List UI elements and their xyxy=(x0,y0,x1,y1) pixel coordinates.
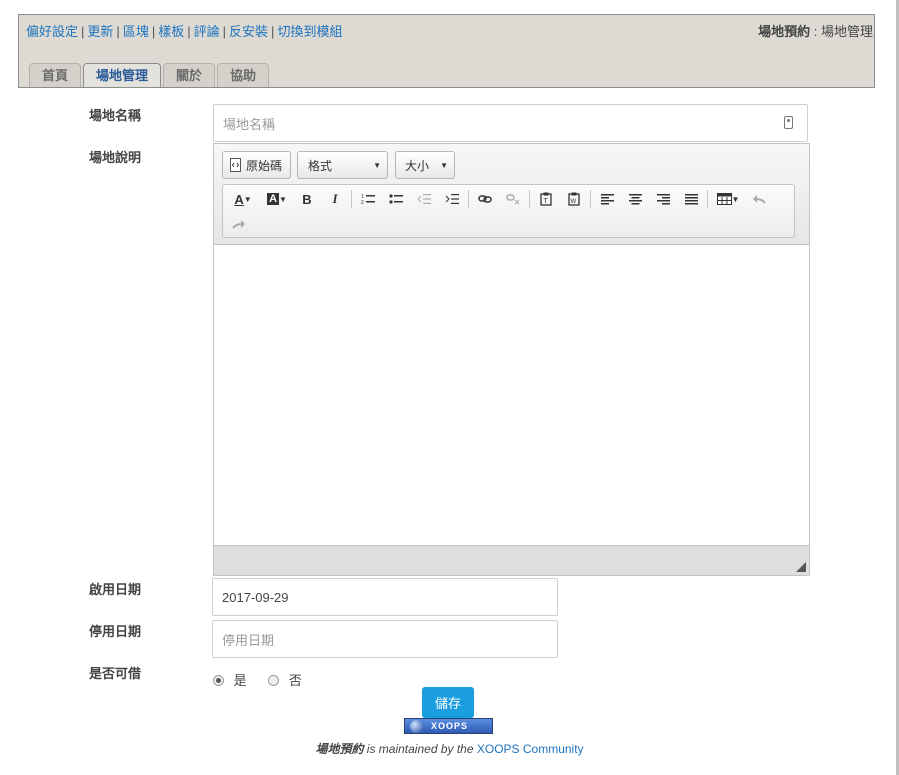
tab-home[interactable]: 首頁 xyxy=(29,63,82,87)
editor-status-bar xyxy=(214,545,809,575)
paste-text-icon[interactable]: T xyxy=(536,189,556,209)
blocks-link[interactable]: 區塊 xyxy=(123,24,149,39)
admin-header: 偏好設定 | 更新 | 區塊 | 樣板 | 評論 | 反安裝 | 切換到模組 場地預約 : 場地管理 首… xyxy=(18,14,875,88)
tab-venue-management[interactable]: 場地管理 xyxy=(83,63,162,87)
templates-link[interactable]: 樣板 xyxy=(158,24,184,39)
radio-no-label[interactable]: 否 xyxy=(289,673,302,688)
nav-separator: | xyxy=(187,24,191,39)
xoops-community-link[interactable]: XOOPS Community xyxy=(477,742,584,756)
footer: 場地預約 is maintained by the XOOPS Communit… xyxy=(0,740,899,757)
toolbar-divider xyxy=(468,190,469,208)
uninstall-link[interactable]: 反安裝 xyxy=(229,24,268,39)
venue-name-input[interactable]: 場地名稱 xyxy=(213,104,808,142)
venue-name-label: 場地名稱 xyxy=(89,108,142,123)
switch-to-module-link[interactable]: 切換到模組 xyxy=(277,24,342,39)
start-date-label: 啟用日期 xyxy=(89,582,142,597)
nav-separator: | xyxy=(271,24,275,39)
unlink-icon[interactable] xyxy=(503,189,523,209)
justify-icon[interactable] xyxy=(681,189,701,209)
globe-icon xyxy=(410,719,423,733)
paste-word-icon[interactable]: W xyxy=(564,189,584,209)
editor-toolbar-group: A ▼ A ▼ B I 12 T W ▼ xyxy=(222,184,795,238)
tab-help[interactable]: 協助 xyxy=(217,63,270,87)
resize-handle-icon[interactable] xyxy=(796,562,806,572)
chevron-down-icon: ▼ xyxy=(440,160,448,170)
footer-module-name: 場地預約 xyxy=(315,742,364,756)
source-icon xyxy=(230,158,241,172)
bg-color-icon[interactable]: A ▼ xyxy=(263,189,291,209)
toolbar-divider xyxy=(707,190,708,208)
align-left-icon[interactable] xyxy=(597,189,617,209)
size-dropdown[interactable]: 大小 ▼ xyxy=(395,151,455,179)
preferences-link[interactable]: 偏好設定 xyxy=(26,24,78,39)
borrowable-label: 是否可借 xyxy=(89,666,142,681)
end-date-label: 停用日期 xyxy=(89,624,142,639)
text-color-icon[interactable]: A ▼ xyxy=(229,189,257,209)
update-link[interactable]: 更新 xyxy=(87,24,113,39)
toolbar-divider xyxy=(590,190,591,208)
toolbar-divider xyxy=(529,190,530,208)
contact-card-icon[interactable] xyxy=(784,116,793,129)
link-icon[interactable] xyxy=(475,189,495,209)
venue-name-placeholder: 場地名稱 xyxy=(223,116,276,132)
format-label: 格式 xyxy=(308,158,333,173)
nav-separator: | xyxy=(81,24,85,39)
xoops-badge-text: XOOPS xyxy=(431,721,469,731)
align-right-icon[interactable] xyxy=(653,189,673,209)
nav-separator: | xyxy=(116,24,120,39)
editor-toolbar: 原始碼 格式 ▼ 大小 ▼ A ▼ A ▼ B I 12 T W ▼ xyxy=(214,144,809,245)
start-date-value: 2017-09-29 xyxy=(222,589,289,605)
format-dropdown[interactable]: 格式 ▼ xyxy=(297,151,388,179)
breadcrumb-separator: : xyxy=(810,24,821,39)
breadcrumb-page: 場地管理 xyxy=(820,24,873,39)
bold-icon[interactable]: B xyxy=(297,189,317,209)
outdent-icon[interactable] xyxy=(414,189,434,209)
footer-maintained-text: is maintained by the xyxy=(363,742,477,756)
toolbar-divider xyxy=(351,190,352,208)
align-center-icon[interactable] xyxy=(625,189,645,209)
source-button[interactable]: 原始碼 xyxy=(222,151,291,179)
redo-icon[interactable] xyxy=(229,214,249,234)
end-date-input[interactable]: 停用日期 xyxy=(212,620,558,658)
comments-link[interactable]: 評論 xyxy=(194,24,220,39)
radio-no[interactable] xyxy=(268,675,280,686)
rich-text-editor: 原始碼 格式 ▼ 大小 ▼ A ▼ A ▼ B I 12 T W ▼ xyxy=(213,143,810,576)
indent-icon[interactable] xyxy=(442,189,462,209)
borrowable-radio-group: 是 否 xyxy=(213,670,302,689)
editor-content-area[interactable] xyxy=(214,245,809,545)
tab-about[interactable]: 關於 xyxy=(163,63,216,87)
size-label: 大小 xyxy=(405,158,430,173)
breadcrumb: 場地預約 : 場地管理 xyxy=(758,21,873,40)
radio-yes[interactable] xyxy=(213,675,224,686)
svg-text:2: 2 xyxy=(361,200,364,205)
bulleted-list-icon[interactable] xyxy=(386,189,406,209)
breadcrumb-module: 場地預約 xyxy=(758,24,811,39)
nav-separator: | xyxy=(222,24,227,39)
chevron-down-icon: ▼ xyxy=(373,160,381,170)
tab-bar: 首頁 場地管理 關於 協助 xyxy=(29,63,270,87)
svg-text:W: W xyxy=(571,199,577,205)
radio-yes-label[interactable]: 是 xyxy=(234,673,247,688)
save-button[interactable]: 儲存 xyxy=(422,687,474,718)
numbered-list-icon[interactable]: 12 xyxy=(358,189,378,209)
undo-icon[interactable] xyxy=(749,189,769,209)
venue-description-label: 場地說明 xyxy=(89,150,142,165)
admin-nav: 偏好設定 | 更新 | 區塊 | 樣板 | 評論 | 反安裝 | 切換到模組 xyxy=(26,21,342,40)
italic-icon[interactable]: I xyxy=(325,189,345,209)
start-date-input[interactable]: 2017-09-29 xyxy=(212,578,558,616)
svg-text:T: T xyxy=(544,198,549,205)
source-label: 原始碼 xyxy=(246,158,283,173)
table-icon[interactable]: ▼ xyxy=(714,189,742,209)
end-date-placeholder: 停用日期 xyxy=(222,632,275,648)
xoops-badge[interactable]: XOOPS xyxy=(404,718,493,734)
nav-separator: | xyxy=(151,24,156,39)
